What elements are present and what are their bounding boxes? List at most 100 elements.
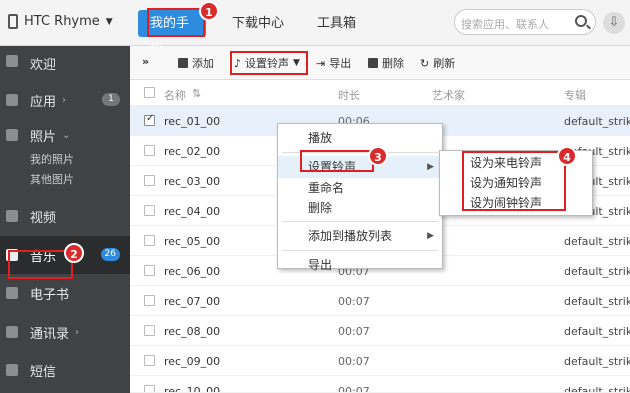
sidebar-item-video[interactable]: 视频 (0, 196, 130, 236)
video-icon (6, 210, 18, 222)
phone-icon (8, 14, 18, 29)
row-album: default_strike (564, 265, 630, 278)
row-checkbox[interactable] (144, 235, 155, 246)
export-button[interactable]: ⇥ 导出 (316, 55, 351, 71)
refresh-icon: ↻ (420, 56, 430, 70)
row-name: rec_01_00 (164, 115, 221, 128)
row-name: rec_03_00 (164, 175, 221, 188)
row-album: default_strike (564, 325, 630, 338)
table-row[interactable]: rec_10_00 00:07 default_strike (130, 376, 630, 393)
contacts-icon (6, 326, 18, 338)
device-name: HTC Rhyme (24, 14, 100, 29)
sidebar-item-contacts[interactable]: 通讯录 › (0, 312, 130, 352)
chevron-down-icon: ⌄ (62, 129, 71, 141)
table-row[interactable]: rec_09_00 00:07 default_strike (130, 346, 630, 376)
sidebar-item-sms[interactable]: 短信 (0, 352, 130, 388)
menu-item-add-to-playlist[interactable]: 添加到播放列表 ▶ (278, 225, 442, 247)
music-count-badge: 26 (100, 248, 120, 261)
row-album: default_strike (564, 235, 630, 248)
book-icon (6, 287, 18, 299)
row-album: default_strike (564, 115, 630, 128)
row-name: rec_06_00 (164, 265, 221, 278)
row-album: default_strike (564, 385, 630, 393)
row-checkbox[interactable] (144, 295, 155, 306)
menu-item-rename[interactable]: 重命名 (278, 178, 442, 198)
submenu-arrow-icon: ▶ (427, 231, 434, 241)
row-album: default_strike (564, 295, 630, 308)
tab-toolbox[interactable]: 工具箱 (305, 10, 368, 37)
row-name: rec_05_00 (164, 235, 221, 248)
check-icon: ✓ (146, 113, 155, 124)
search-placeholder: 搜索应用、联系人 (461, 18, 549, 31)
column-header-name[interactable]: 名称 (164, 87, 186, 103)
highlight-box (300, 150, 374, 172)
top-bar: HTC Rhyme ▼ 我的手机 下载中心 工具箱 搜索应用、联系人 ⇩ (0, 0, 630, 58)
row-checkbox[interactable] (144, 355, 155, 366)
sidebar-item-label: 照片 (30, 129, 57, 145)
toolbar: » 添加 ♪ 设置铃声 ▼ ⇥ 导出 删除 ↻ 刷新 (130, 46, 630, 80)
row-name: rec_04_00 (164, 205, 221, 218)
menu-divider (282, 250, 438, 251)
collapse-button[interactable]: » (142, 55, 149, 68)
sidebar-item-label: 应用 (30, 94, 57, 110)
menu-item-play[interactable]: 播放 (278, 127, 442, 149)
plus-icon (178, 58, 188, 68)
sidebar-item-label: 欢迎 (30, 57, 57, 73)
step-badge: 4 (557, 146, 577, 166)
menu-item-label: 添加到播放列表 (308, 229, 393, 243)
refresh-label: 刷新 (433, 57, 456, 70)
refresh-button[interactable]: ↻ 刷新 (420, 55, 455, 71)
download-icon[interactable]: ⇩ (603, 12, 625, 34)
search-icon[interactable] (575, 15, 587, 27)
row-checkbox[interactable] (144, 205, 155, 216)
menu-item-delete[interactable]: 删除 (278, 198, 442, 218)
tab-download-center[interactable]: 下载中心 (220, 10, 296, 37)
sidebar-item-ebook[interactable]: 电子书 (0, 274, 130, 312)
table-header: 名称 ⇅ 时长 艺术家 专辑 (130, 80, 630, 106)
column-header-album[interactable]: 专辑 (564, 87, 586, 103)
row-name: rec_09_00 (164, 355, 221, 368)
select-all-checkbox[interactable] (144, 87, 155, 98)
column-header-artist[interactable]: 艺术家 (432, 87, 465, 103)
row-checkbox[interactable] (144, 265, 155, 276)
sort-icon[interactable]: ⇅ (192, 87, 201, 100)
menu-item-export[interactable]: 导出 (278, 254, 442, 276)
column-header-time[interactable]: 时长 (338, 87, 360, 103)
export-icon: ⇥ (316, 56, 326, 70)
sidebar-item-apps[interactable]: 应用 › 1 (0, 80, 130, 120)
sidebar-item-photos[interactable]: 照片 ⌄ (0, 120, 130, 150)
export-label: 导出 (329, 57, 352, 70)
trash-icon (368, 58, 378, 68)
sidebar-item-welcome[interactable]: 欢迎 (0, 46, 130, 80)
row-checkbox[interactable] (144, 175, 155, 186)
caret-down-icon: ▼ (105, 16, 113, 27)
add-label: 添加 (192, 57, 214, 70)
row-name: rec_08_00 (164, 325, 221, 338)
device-selector[interactable]: HTC Rhyme ▼ (8, 14, 113, 29)
table-row[interactable]: rec_08_00 00:07 default_strike (130, 316, 630, 346)
sidebar-item-my-photos[interactable]: 我的照片 (0, 150, 130, 170)
sidebar-item-other-images[interactable]: 其他图片 (0, 170, 130, 190)
highlight-box (147, 8, 205, 37)
step-badge: 1 (199, 1, 219, 21)
chevron-right-icon: › (62, 94, 67, 106)
chevron-right-icon: › (75, 326, 80, 338)
sidebar: 欢迎 应用 › 1 照片 ⌄ 我的照片 其他图片 视频 音乐 26 电子书 通讯… (0, 46, 130, 393)
row-checkbox[interactable] (144, 385, 155, 392)
search-input[interactable]: 搜索应用、联系人 (454, 9, 596, 35)
row-checkbox[interactable] (144, 325, 155, 336)
step-badge: 2 (64, 243, 84, 263)
delete-button[interactable]: 删除 (368, 55, 404, 71)
table-row[interactable]: rec_07_00 00:07 default_strike (130, 286, 630, 316)
sidebar-item-label: 短信 (30, 364, 57, 380)
row-duration: 00:07 (338, 385, 370, 393)
highlight-box (230, 51, 308, 75)
submenu-arrow-icon: ▶ (427, 162, 434, 172)
row-checkbox[interactable] (144, 145, 155, 156)
apps-count-badge: 1 (102, 93, 120, 106)
menu-divider (282, 221, 438, 222)
step-badge: 3 (368, 146, 388, 166)
row-duration: 00:07 (338, 355, 370, 368)
add-button[interactable]: 添加 (178, 55, 214, 71)
row-checkbox[interactable]: ✓ (144, 113, 155, 126)
